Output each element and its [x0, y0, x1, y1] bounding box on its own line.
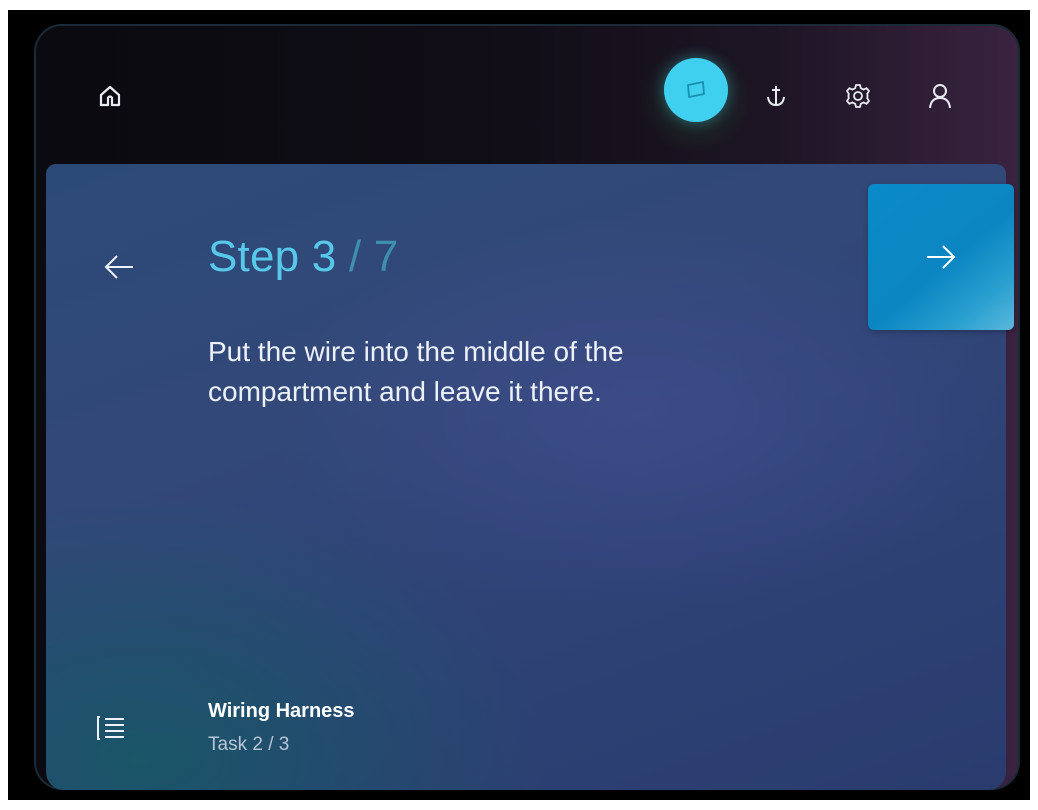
anchor-icon [767, 86, 785, 107]
task-name: Wiring Harness [208, 700, 355, 722]
home-button[interactable] [86, 72, 134, 120]
window-mode-button[interactable] [664, 58, 728, 122]
previous-step-button[interactable] [94, 242, 144, 292]
task-list-button[interactable] [86, 704, 136, 754]
task-progress: Task 2 / 3 [208, 734, 290, 755]
top-toolbar [34, 24, 1020, 154]
step-counter: Step 3 / 7 [208, 232, 398, 282]
window-icon [687, 81, 705, 98]
step-instruction: Put the wire into the middle of the comp… [208, 336, 624, 407]
step-panel: Step 3 / 7 Put the wire into the middle … [46, 164, 1014, 790]
step-current: Step 3 [208, 232, 337, 281]
step-total: / 7 [336, 232, 399, 281]
anchor-button[interactable] [752, 72, 800, 120]
next-step-button[interactable] [868, 184, 1014, 330]
user-button[interactable] [916, 72, 964, 120]
arrow-left-icon [104, 255, 133, 279]
home-icon [99, 85, 121, 107]
user-icon [929, 84, 951, 109]
arrow-right-icon [927, 245, 956, 269]
gear-icon [846, 84, 870, 108]
app-frame: Step 3 / 7 Put the wire into the middle … [8, 10, 1030, 800]
settings-button[interactable] [834, 72, 882, 120]
guide-window: Step 3 / 7 Put the wire into the middle … [34, 24, 1020, 790]
list-icon [97, 716, 124, 740]
